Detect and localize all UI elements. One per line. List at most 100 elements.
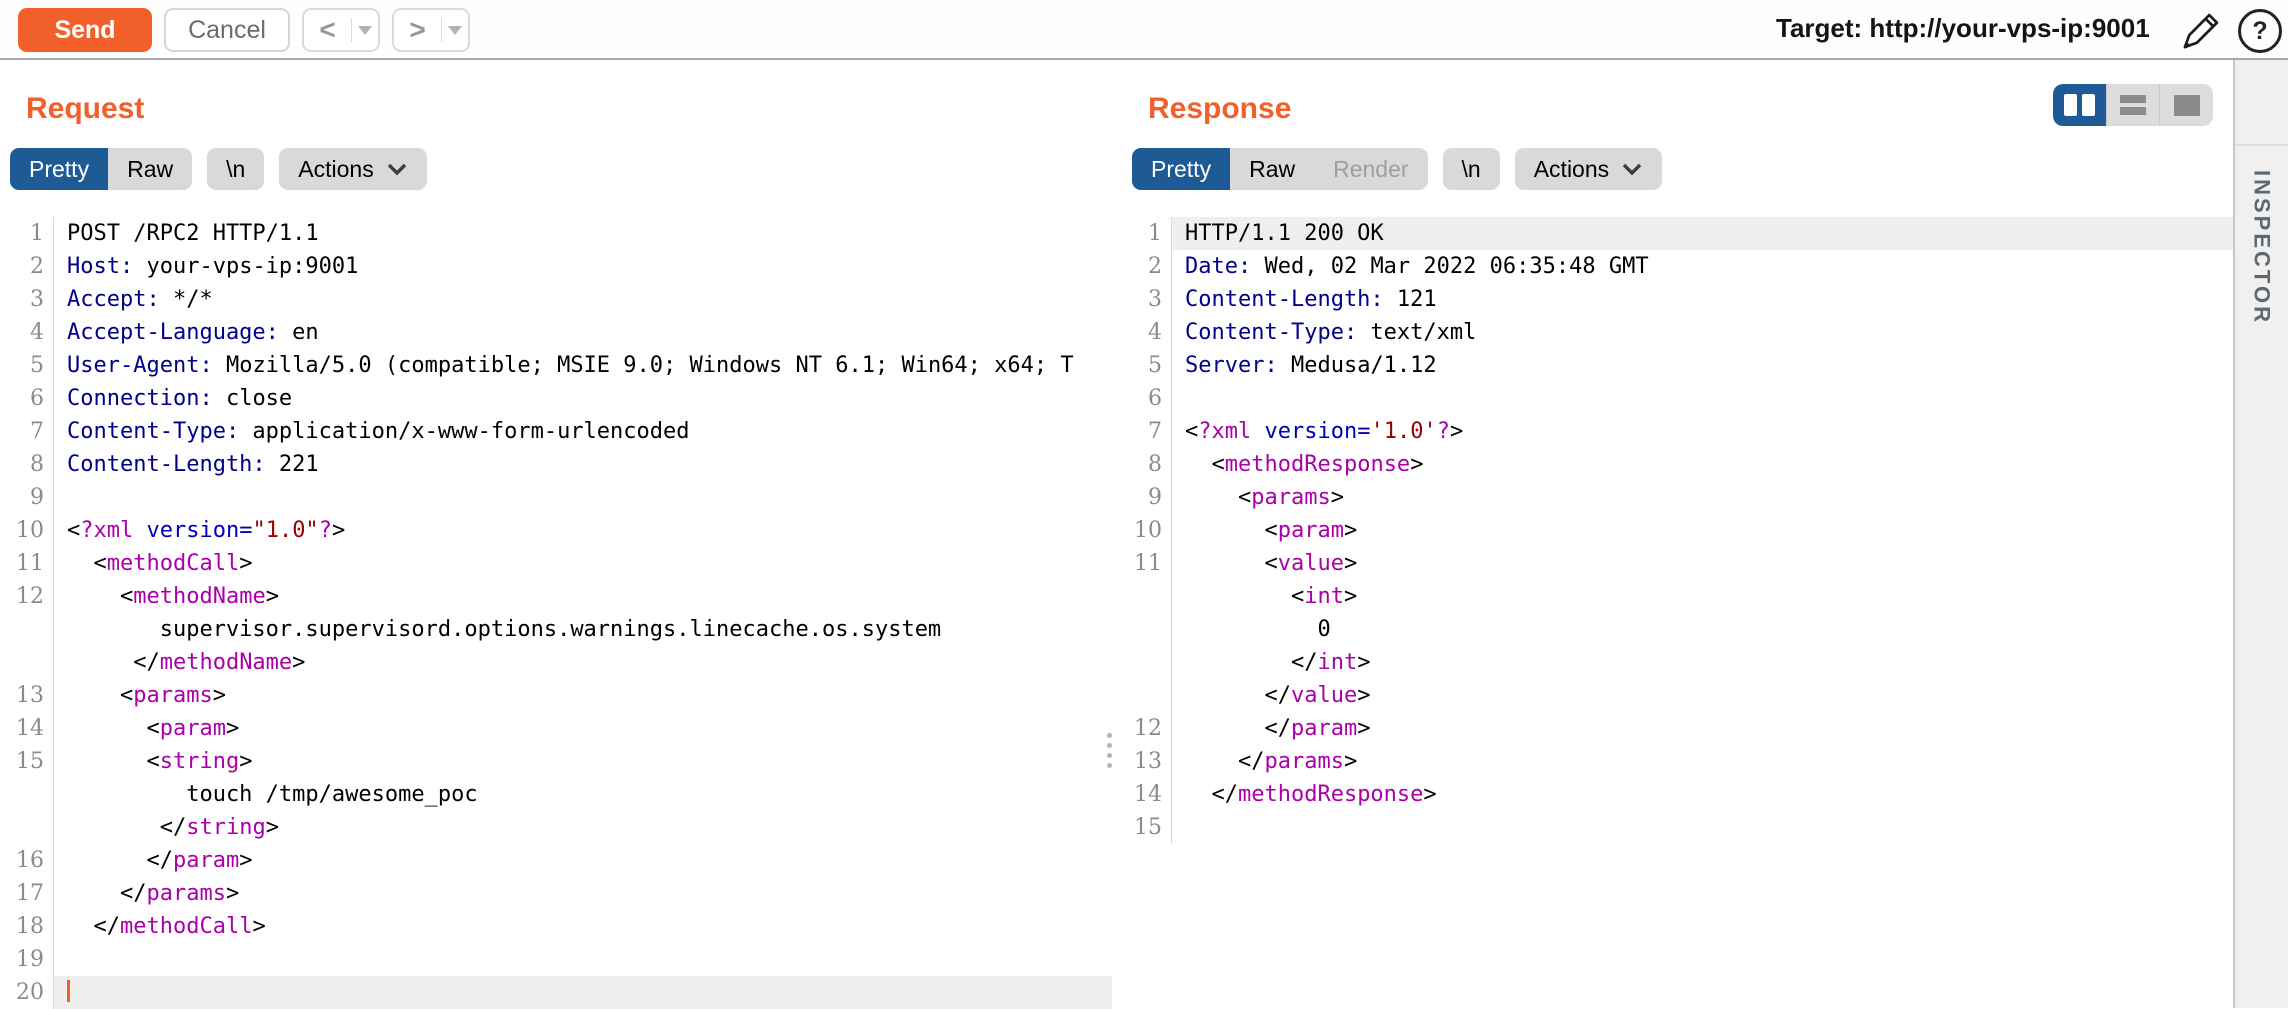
history-back-group[interactable]: <: [302, 8, 380, 52]
code-line[interactable]: </methodName>: [0, 646, 1112, 679]
code-text[interactable]: Connection: close: [54, 382, 1112, 415]
code-line[interactable]: supervisor.supervisord.options.warnings.…: [0, 613, 1112, 646]
code-line[interactable]: 17 </params>: [0, 877, 1112, 910]
code-line[interactable]: 7<?xml version='1.0'?>: [1122, 415, 2233, 448]
code-line[interactable]: 3Accept: */*: [0, 283, 1112, 316]
code-line[interactable]: 9 <params>: [1122, 481, 2233, 514]
code-line[interactable]: 8 <methodResponse>: [1122, 448, 2233, 481]
code-text[interactable]: </value>: [1172, 679, 2233, 712]
code-text[interactable]: Host: your-vps-ip:9001: [54, 250, 1112, 283]
code-line[interactable]: 0: [1122, 613, 2233, 646]
code-line[interactable]: <int>: [1122, 580, 2233, 613]
code-line[interactable]: </string>: [0, 811, 1112, 844]
code-text[interactable]: User-Agent: Mozilla/5.0 (compatible; MSI…: [54, 349, 1112, 382]
history-forward-dropdown[interactable]: [442, 26, 468, 35]
inspector-collapse-button[interactable]: [2235, 60, 2288, 146]
code-line[interactable]: 1HTTP/1.1 200 OK: [1122, 217, 2233, 250]
code-text[interactable]: <int>: [1172, 580, 2233, 613]
code-line[interactable]: 8Content-Length: 221: [0, 448, 1112, 481]
code-line[interactable]: 4Accept-Language: en: [0, 316, 1112, 349]
code-text[interactable]: <?xml version="1.0"?>: [54, 514, 1112, 547]
code-text[interactable]: POST /RPC2 HTTP/1.1: [54, 217, 1112, 250]
code-text[interactable]: [54, 481, 1112, 514]
code-text[interactable]: touch /tmp/awesome_poc: [54, 778, 1112, 811]
code-text[interactable]: [54, 976, 1112, 1009]
code-text[interactable]: [1172, 382, 2233, 415]
request-editor[interactable]: 1POST /RPC2 HTTP/1.12Host: your-vps-ip:9…: [0, 217, 1112, 1009]
two-rows-icon[interactable]: [2106, 84, 2160, 126]
code-text[interactable]: </param>: [54, 844, 1112, 877]
code-line[interactable]: 14 </methodResponse>: [1122, 778, 2233, 811]
code-text[interactable]: </methodResponse>: [1172, 778, 2233, 811]
tab-pretty[interactable]: Pretty: [1132, 148, 1230, 190]
code-text[interactable]: <params>: [1172, 481, 2233, 514]
code-text[interactable]: <?xml version='1.0'?>: [1172, 415, 2233, 448]
code-line[interactable]: 19: [0, 943, 1112, 976]
code-line[interactable]: 11 <value>: [1122, 547, 2233, 580]
code-line[interactable]: 6Connection: close: [0, 382, 1112, 415]
code-text[interactable]: HTTP/1.1 200 OK: [1172, 217, 2233, 250]
code-text[interactable]: <methodName>: [54, 580, 1112, 613]
send-button[interactable]: Send: [18, 8, 152, 52]
code-text[interactable]: Content-Length: 121: [1172, 283, 2233, 316]
code-line[interactable]: 9: [0, 481, 1112, 514]
code-text[interactable]: <methodResponse>: [1172, 448, 2233, 481]
chevron-right-icon[interactable]: >: [394, 10, 441, 50]
code-line[interactable]: 10<?xml version="1.0"?>: [0, 514, 1112, 547]
cancel-button[interactable]: Cancel: [164, 8, 290, 52]
code-text[interactable]: </methodName>: [54, 646, 1112, 679]
tab-newline[interactable]: \n: [1443, 148, 1500, 190]
code-text[interactable]: supervisor.supervisord.options.warnings.…: [54, 613, 1112, 646]
help-icon[interactable]: ?: [2238, 9, 2282, 53]
tab-raw[interactable]: Raw: [108, 148, 192, 190]
actions-dropdown[interactable]: Actions: [279, 148, 426, 190]
code-line[interactable]: 11 <methodCall>: [0, 547, 1112, 580]
code-line[interactable]: 13 <params>: [0, 679, 1112, 712]
code-text[interactable]: [1172, 811, 2233, 844]
code-line[interactable]: 14 <param>: [0, 712, 1112, 745]
history-forward-group[interactable]: >: [392, 8, 470, 52]
code-text[interactable]: <param>: [54, 712, 1112, 745]
code-text[interactable]: Content-Length: 221: [54, 448, 1112, 481]
code-line[interactable]: 5User-Agent: Mozilla/5.0 (compatible; MS…: [0, 349, 1112, 382]
code-line[interactable]: 18 </methodCall>: [0, 910, 1112, 943]
single-pane-icon[interactable]: [2159, 84, 2213, 126]
code-line[interactable]: 13 </params>: [1122, 745, 2233, 778]
pencil-icon[interactable]: [2178, 8, 2224, 54]
code-text[interactable]: </params>: [1172, 745, 2233, 778]
code-line[interactable]: 4Content-Type: text/xml: [1122, 316, 2233, 349]
code-line[interactable]: </value>: [1122, 679, 2233, 712]
code-text[interactable]: Server: Medusa/1.12: [1172, 349, 2233, 382]
code-line[interactable]: 15: [1122, 811, 2233, 844]
code-line[interactable]: 20: [0, 976, 1112, 1009]
code-text[interactable]: <string>: [54, 745, 1112, 778]
code-line[interactable]: 2Date: Wed, 02 Mar 2022 06:35:48 GMT: [1122, 250, 2233, 283]
code-line[interactable]: 1POST /RPC2 HTTP/1.1: [0, 217, 1112, 250]
code-text[interactable]: Accept-Language: en: [54, 316, 1112, 349]
code-text[interactable]: [54, 943, 1112, 976]
history-back-dropdown[interactable]: [352, 26, 378, 35]
chevron-left-icon[interactable]: <: [304, 10, 351, 50]
code-line[interactable]: 16 </param>: [0, 844, 1112, 877]
code-line[interactable]: 12 <methodName>: [0, 580, 1112, 613]
panel-splitter-handle[interactable]: [1107, 733, 1112, 768]
code-line[interactable]: 6: [1122, 382, 2233, 415]
tab-pretty[interactable]: Pretty: [10, 148, 108, 190]
code-line[interactable]: 7Content-Type: application/x-www-form-ur…: [0, 415, 1112, 448]
code-text[interactable]: Accept: */*: [54, 283, 1112, 316]
tab-newline[interactable]: \n: [207, 148, 264, 190]
code-text[interactable]: <value>: [1172, 547, 2233, 580]
code-text[interactable]: 0: [1172, 613, 2233, 646]
code-text[interactable]: <params>: [54, 679, 1112, 712]
actions-dropdown[interactable]: Actions: [1515, 148, 1662, 190]
code-line[interactable]: 12 </param>: [1122, 712, 2233, 745]
code-line[interactable]: touch /tmp/awesome_poc: [0, 778, 1112, 811]
code-text[interactable]: </int>: [1172, 646, 2233, 679]
code-text[interactable]: </params>: [54, 877, 1112, 910]
inspector-label[interactable]: INSPECTOR: [2249, 170, 2275, 325]
code-text[interactable]: <param>: [1172, 514, 2233, 547]
code-line[interactable]: 10 <param>: [1122, 514, 2233, 547]
two-columns-icon[interactable]: [2053, 84, 2106, 126]
code-text[interactable]: Date: Wed, 02 Mar 2022 06:35:48 GMT: [1172, 250, 2233, 283]
code-line[interactable]: 2Host: your-vps-ip:9001: [0, 250, 1112, 283]
